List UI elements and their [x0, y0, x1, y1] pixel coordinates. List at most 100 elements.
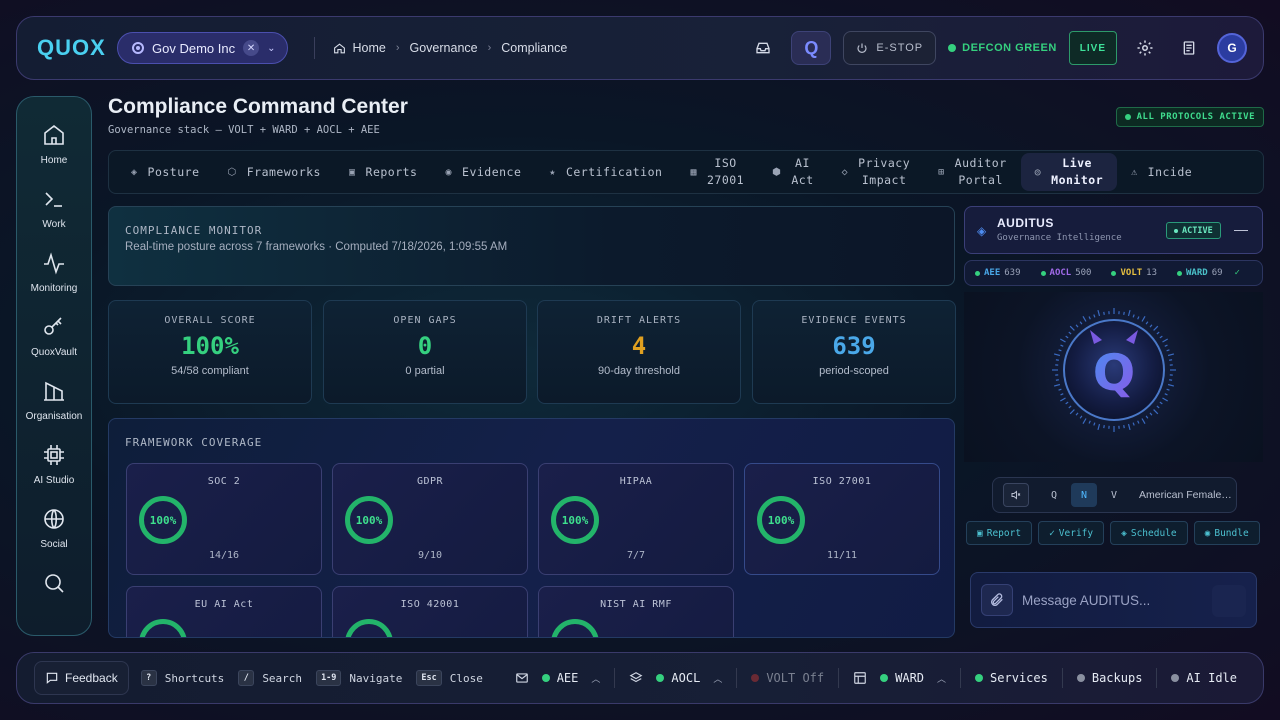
sidebar-item-work[interactable]: Work	[17, 187, 91, 251]
tab-label: ISO 27001	[706, 156, 745, 187]
orb-tick	[1123, 311, 1125, 315]
chevron-up-icon[interactable]: ︿	[937, 672, 946, 685]
service-status-aee[interactable]: AEE ︿	[515, 671, 600, 685]
tab-label: AI Act	[791, 156, 814, 187]
tab-reports[interactable]: ▣ Reports	[335, 153, 432, 191]
divider	[314, 37, 316, 59]
orb-tick	[1069, 325, 1075, 331]
home-icon	[334, 42, 346, 53]
stat-sub: 54/58 compliant	[171, 365, 249, 377]
user-avatar[interactable]: G	[1217, 33, 1247, 63]
message-input[interactable]	[1022, 592, 1202, 608]
verify-button[interactable]: ✓ Verify	[1038, 521, 1105, 545]
inbox-button[interactable]	[747, 32, 779, 64]
chevron-up-icon[interactable]: ︿	[591, 672, 600, 685]
service-status-ward[interactable]: WARD ︿	[853, 671, 946, 685]
sidebar-item-home[interactable]: Home	[17, 123, 91, 187]
sidebar-item-quoxvault[interactable]: QuoxVault	[17, 315, 91, 379]
chevron-down-icon[interactable]: ⌄	[267, 43, 275, 54]
breadcrumb-home[interactable]: Home	[333, 41, 386, 55]
protocol-chip-aocl[interactable]: AOCL 500	[1040, 268, 1091, 278]
search-icon	[45, 574, 64, 593]
service-status-aocl[interactable]: AOCL ︿	[629, 671, 722, 685]
speaker-button[interactable]	[1003, 483, 1029, 507]
service-status-volt-off[interactable]: VOLT Off	[751, 671, 824, 685]
org-name: Gov Demo Inc	[152, 40, 236, 56]
minimize-button[interactable]: —	[1234, 221, 1248, 237]
chip-name: AEE	[984, 268, 1001, 278]
framework-card-iso27001[interactable]: ISO 27001 100% 11/11	[744, 463, 940, 575]
tab-icon: ◇	[841, 166, 849, 178]
service-status-services[interactable]: Services	[975, 671, 1048, 685]
tab-ai-act[interactable]: ⬢ AI Act	[758, 153, 828, 191]
quox-assistant-button[interactable]: Q	[791, 31, 832, 65]
settings-button[interactable]	[1129, 32, 1161, 64]
tab-label: Posture	[147, 164, 200, 179]
framework-card-nist-ai-rmf[interactable]: NIST AI RMF	[538, 586, 734, 637]
sidebar-item-search[interactable]	[17, 571, 91, 635]
protocol-chip-ward[interactable]: WARD 69	[1177, 268, 1223, 278]
attach-button[interactable]	[981, 584, 1013, 616]
protocol-chip-aee[interactable]: AEE 639	[975, 268, 1021, 278]
estop-button[interactable]: E-STOP	[843, 31, 937, 65]
breadcrumb-governance[interactable]: Governance	[410, 41, 478, 55]
tab-posture[interactable]: ◈ Posture	[117, 153, 214, 191]
sidebar-item-ai-studio[interactable]: AI Studio	[17, 443, 91, 507]
chip-icon	[44, 445, 64, 465]
tab-icon: ⚠	[1131, 166, 1138, 178]
tab-iso-27001[interactable]: ▦ ISO 27001	[676, 153, 758, 191]
framework-card-hipaa[interactable]: HIPAA 100% 7/7	[538, 463, 734, 575]
shortcut-label: Navigate	[349, 671, 403, 685]
bundle-button[interactable]: ◉ Bundle	[1193, 521, 1260, 545]
org-selector[interactable]: Gov Demo Inc ✕ ⌄	[117, 32, 289, 64]
voice-mode-q[interactable]: Q	[1041, 483, 1067, 507]
sidebar-item-social[interactable]: Social	[17, 507, 91, 571]
tab-auditor-portal[interactable]: ⊞ Auditor Portal	[924, 153, 1021, 191]
service-status-ai-idle[interactable]: AI Idle	[1171, 671, 1237, 685]
orb-tick	[1167, 353, 1175, 357]
chip-name: VOLT	[1120, 268, 1143, 278]
service-status-backups[interactable]: Backups	[1076, 671, 1142, 685]
protocol-chips: AEE 639 AOCL 500 VOLT 13 WARD 69 ✓	[964, 260, 1263, 286]
framework-card-gdpr[interactable]: GDPR 100% 9/10	[332, 463, 528, 575]
framework-card-eu-ai-act[interactable]: EU AI Act	[126, 586, 322, 637]
report-button[interactable]: ▣ Report	[966, 521, 1033, 545]
tab-icon: ⬢	[772, 166, 782, 178]
tab-live-monitor[interactable]: ◎ Live Monitor	[1020, 153, 1118, 191]
live-toggle[interactable]: LIVE	[1068, 31, 1117, 65]
voice-select[interactable]: American Female…	[1139, 489, 1232, 501]
schedule-button[interactable]: ◈ Schedule	[1110, 521, 1188, 545]
protocol-chip-volt[interactable]: VOLT 13	[1111, 268, 1157, 278]
docs-button[interactable]	[1173, 32, 1205, 64]
chevron-up-icon[interactable]: ︿	[713, 672, 722, 685]
orb-tick	[1162, 397, 1168, 402]
send-button[interactable]	[1212, 585, 1246, 617]
stat-card-drift-alerts: DRIFT ALERTS 4 90-day threshold	[537, 300, 741, 404]
orb-tick	[1167, 383, 1175, 387]
orb-tick	[1097, 309, 1101, 317]
tab-certification[interactable]: ★ Certification	[535, 153, 676, 191]
sidebar-item-monitoring[interactable]: Monitoring	[17, 251, 91, 315]
sidebar-item-label: Home	[40, 155, 68, 166]
orb-tick	[1075, 324, 1079, 328]
framework-coverage-panel: FRAMEWORK COVERAGE SOC 2 100% 14/16 GDPR…	[108, 418, 955, 638]
app-logo[interactable]: QUOX	[37, 35, 117, 61]
page-title: Compliance Command Center	[108, 95, 408, 118]
orb-tick	[1065, 335, 1069, 339]
orb-tick	[1060, 397, 1066, 402]
tab-privacy-impact[interactable]: ◇ Privacy Impact	[828, 153, 925, 191]
auditus-orb-icon: Q	[1052, 308, 1176, 432]
feedback-button[interactable]: Feedback	[34, 661, 129, 695]
action-label: Verify	[1058, 527, 1094, 539]
voice-mode-n[interactable]: N	[1071, 483, 1097, 507]
orb-tick	[1053, 383, 1061, 387]
tab-evidence[interactable]: ◉ Evidence	[431, 153, 535, 191]
tab-incide[interactable]: ⚠ Incide	[1117, 153, 1206, 191]
voice-mode-v[interactable]: V	[1101, 483, 1127, 507]
protocols-label: ALL PROTOCOLS ACTIVE	[1136, 112, 1255, 122]
framework-card-soc2[interactable]: SOC 2 100% 14/16	[126, 463, 322, 575]
sidebar-item-organisation[interactable]: Organisation	[17, 379, 91, 443]
clear-org-icon[interactable]: ✕	[243, 40, 260, 56]
framework-card-iso42001[interactable]: ISO 42001	[332, 586, 528, 637]
tab-frameworks[interactable]: ⬡ Frameworks	[214, 153, 335, 191]
